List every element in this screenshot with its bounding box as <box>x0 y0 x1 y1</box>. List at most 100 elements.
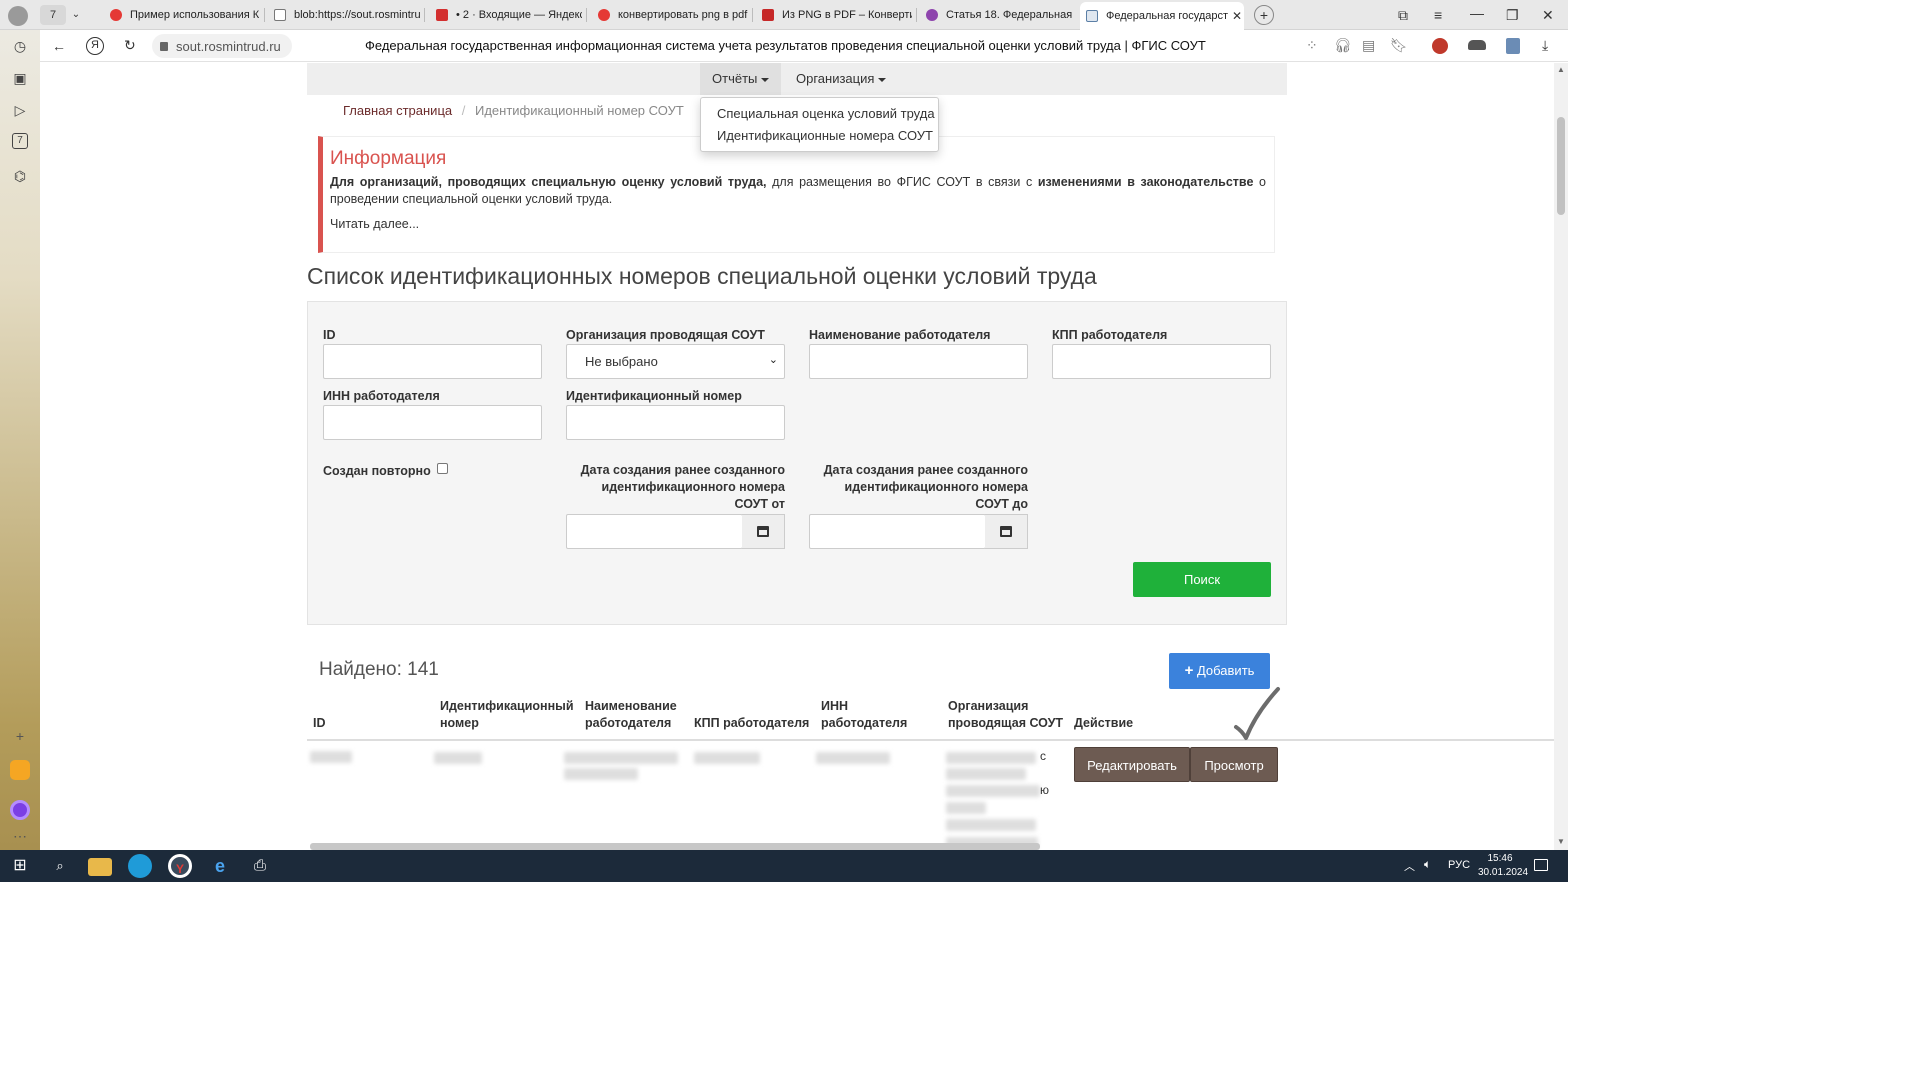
scroll-down-arrow-icon[interactable]: ▼ <box>1557 837 1565 846</box>
vertical-scrollbar[interactable]: ▲ ▼ <box>1554 63 1568 850</box>
date-from-calendar-button[interactable] <box>742 514 785 549</box>
yandex-logo-icon[interactable]: Я <box>86 37 104 55</box>
volume-icon[interactable]: 🔈︎ <box>1424 857 1431 872</box>
headphones-icon[interactable]: 🎧︎ <box>1334 37 1352 53</box>
back-arrow-icon[interactable]: ← <box>52 38 66 54</box>
extension-red-icon[interactable] <box>1432 38 1448 54</box>
bookmark-icon[interactable]: 🔖︎ <box>1390 37 1408 53</box>
add-panel-icon[interactable]: + <box>10 726 30 746</box>
col-inn: ИНН работодателя <box>821 698 907 732</box>
breadcrumb-home-link[interactable]: Главная страница <box>343 103 452 118</box>
date-to-calendar-button[interactable] <box>985 514 1028 549</box>
browser-tab[interactable]: Статья 18. Федеральная го <box>920 2 1074 28</box>
info-bold-1: Для организаций, проводящих специальную … <box>330 175 767 189</box>
menu-icon[interactable]: ≡ <box>1434 7 1442 23</box>
collections-sidebar-icon[interactable]: ▣ <box>10 68 30 88</box>
employer-name-input[interactable] <box>809 344 1028 379</box>
new-tab-plus-icon[interactable]: + <box>1254 5 1274 25</box>
tab-favicon-icon <box>436 9 448 21</box>
id-input[interactable] <box>323 344 542 379</box>
clock[interactable]: 15:46 30.01.2024 <box>1478 852 1528 880</box>
ident-number-input[interactable] <box>566 405 785 440</box>
close-window-icon[interactable]: ✕ <box>1542 7 1554 23</box>
col-inn-line2: работодателя <box>821 716 908 730</box>
mail-app-icon[interactable] <box>10 760 30 780</box>
col-employer-name: Наименование работодателя <box>585 698 677 732</box>
col-ident-line1: Идентификационный <box>440 699 574 713</box>
collections-icon[interactable]: ⧉ <box>1398 7 1408 23</box>
yandex-browser-icon[interactable]: Y <box>168 854 192 878</box>
found-count: Найдено: 141 <box>319 659 439 680</box>
url-field[interactable]: sout.rosmintrud.ru <box>152 34 292 58</box>
col-org-line1: Организация <box>948 699 1029 713</box>
history-clock-icon[interactable]: ◷ <box>10 36 30 56</box>
nav-organization[interactable]: Организация <box>784 63 898 95</box>
extension-shield-icon[interactable] <box>1506 38 1520 54</box>
calendar-icon <box>757 526 769 537</box>
browser-tab-active[interactable]: Федеральная государстве ✕ <box>1080 2 1244 30</box>
reader-icon[interactable]: ▤ <box>1362 37 1375 53</box>
calendar-icon[interactable]: 7 <box>12 133 28 149</box>
alice-assistant-icon[interactable] <box>10 800 30 820</box>
printer-icon[interactable]: ⎙ <box>248 854 272 878</box>
redacted-cell <box>946 768 1026 780</box>
inn-label: ИНН работодателя <box>323 389 440 403</box>
tab-counter[interactable]: 7 <box>40 5 66 25</box>
extensions-icon[interactable]: ⁘ <box>1306 37 1318 53</box>
file-explorer-icon[interactable] <box>88 858 112 876</box>
kpp-input[interactable] <box>1052 344 1271 379</box>
extension-hat-icon[interactable] <box>1468 40 1486 50</box>
more-dots-icon[interactable]: ⋯ <box>10 826 30 846</box>
date-to-input[interactable] <box>809 514 986 549</box>
tab-list-chevron-icon[interactable]: ⌄ <box>68 7 84 23</box>
tab-favicon-icon <box>1086 10 1098 22</box>
edit-button[interactable]: Редактировать <box>1074 747 1190 782</box>
language-indicator[interactable]: РУС <box>1448 859 1470 871</box>
clock-time: 15:46 <box>1487 853 1513 864</box>
horizontal-scrollbar[interactable] <box>310 843 1040 850</box>
edge-browser-icon[interactable] <box>128 854 152 878</box>
redacted-cell <box>694 752 760 764</box>
notifications-icon[interactable] <box>1534 859 1548 871</box>
browser-tab[interactable]: • 2 · Входящие — Яндекс П <box>430 2 582 28</box>
calendar-icon <box>1000 526 1012 537</box>
close-tab-icon[interactable]: ✕ <box>1232 9 1242 23</box>
internet-explorer-icon[interactable]: e <box>208 854 232 878</box>
org-select[interactable]: Не выбрано ⌄ <box>566 344 785 379</box>
date-from-input[interactable] <box>566 514 743 549</box>
downloads-icon[interactable]: ⤓ <box>1542 37 1548 53</box>
view-button[interactable]: Просмотр <box>1190 747 1278 782</box>
windows-start-icon[interactable]: ⊞ <box>8 854 32 878</box>
recreated-checkbox[interactable] <box>437 463 449 474</box>
lock-icon <box>160 41 168 51</box>
caret-down-icon <box>761 77 770 82</box>
nav-organization-label: Организация <box>796 71 875 86</box>
browser-tab[interactable]: конвертировать png в pdf <box>592 2 748 28</box>
tab-favicon-icon <box>762 9 774 21</box>
menu-item-ident-numbers[interactable]: Идентификационные номера СОУТ <box>717 128 933 143</box>
play-icon[interactable]: ▷ <box>10 100 30 120</box>
tab-label: Статья 18. Федеральная го <box>946 9 1074 21</box>
screenshot-icon[interactable]: ⌬ <box>10 166 30 186</box>
inn-input[interactable] <box>323 405 542 440</box>
maximize-icon[interactable]: ❐ <box>1506 7 1519 23</box>
tray-chevron-icon[interactable]: ︿ <box>1404 858 1415 874</box>
browser-tab[interactable]: blob:https://sout.rosmintru <box>268 2 420 28</box>
search-icon[interactable]: ⌕ <box>48 854 72 878</box>
nav-reports[interactable]: Отчёты <box>700 63 782 95</box>
redacted-cell <box>946 752 1036 764</box>
employer-name-label: Наименование работодателя <box>809 328 991 342</box>
url-text: sout.rosmintrud.ru <box>176 38 281 54</box>
scroll-thumb[interactable] <box>1557 117 1565 215</box>
reports-dropdown-menu: Специальная оценка условий труда Идентиф… <box>700 97 939 152</box>
read-more-link[interactable]: Читать далее... <box>330 217 419 231</box>
search-button[interactable]: Поиск <box>1133 562 1271 597</box>
menu-item-sout[interactable]: Специальная оценка условий труда <box>717 106 935 121</box>
profile-icon[interactable] <box>8 6 28 26</box>
reload-icon[interactable]: ↻ <box>124 37 136 53</box>
minimize-icon[interactable]: — <box>1470 5 1484 21</box>
browser-tab[interactable]: Пример использования К <box>104 2 262 28</box>
select-chevron-icon: ⌄ <box>768 354 778 366</box>
scroll-up-arrow-icon[interactable]: ▲ <box>1557 65 1565 74</box>
browser-tab[interactable]: Из PNG в PDF – Конверти <box>756 2 912 28</box>
